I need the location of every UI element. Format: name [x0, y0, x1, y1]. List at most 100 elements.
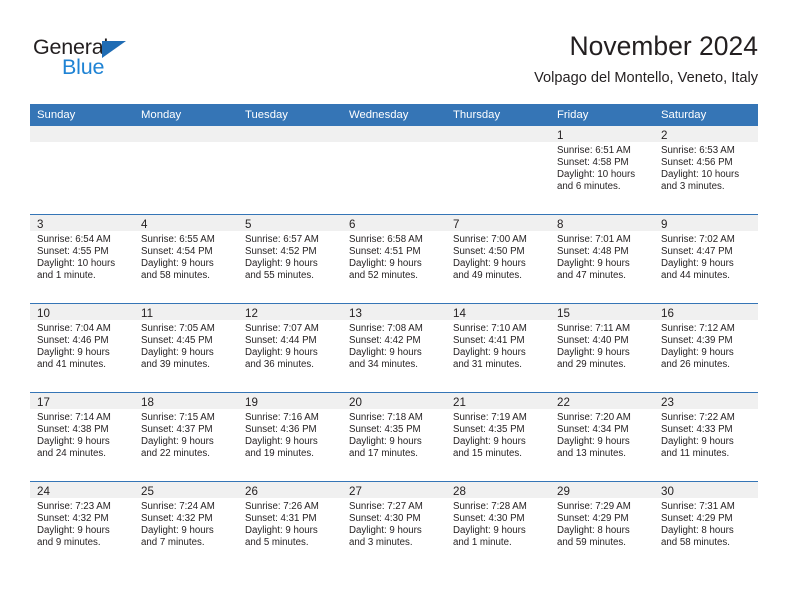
day-number: 18 — [141, 396, 154, 409]
sunrise-text: Sunrise: 6:51 AM — [557, 145, 631, 156]
calendar-day-cell[interactable]: 18 Sunrise: 7:15 AM Sunset: 4:37 PM Dayligh… — [134, 393, 238, 481]
day-number-band: 1 — [550, 126, 654, 142]
day-sun-info: Sunrise: 7:02 AM Sunset: 4:47 PM Daylight:… — [654, 231, 758, 303]
sunset-text: Sunset: 4:42 PM — [349, 335, 421, 347]
sunset-text: Sunset: 4:54 PM — [141, 246, 213, 258]
day-sun-info: Sunrise: 7:27 AM Sunset: 4:30 PM Daylight:… — [342, 498, 446, 570]
calendar-day-cell[interactable]: 15 Sunrise: 7:11 AM Sunset: 4:40 PM Dayligh… — [550, 304, 654, 392]
calendar-day-cell[interactable]: 10 Sunrise: 7:04 AM Sunset: 4:46 PM Dayligh… — [30, 304, 134, 392]
day-number: 4 — [141, 218, 148, 231]
day-number: 13 — [349, 307, 362, 320]
sunset-text: Sunset: 4:46 PM — [37, 335, 109, 347]
daylight-text-line2: and 44 minutes. — [661, 270, 730, 282]
calendar-day-cell[interactable]: 14 Sunrise: 7:10 AM Sunset: 4:41 PM Dayligh… — [446, 304, 550, 392]
daylight-text-line2: and 3 minutes. — [661, 181, 725, 193]
calendar-day-cell-empty — [238, 126, 342, 214]
calendar-day-cell[interactable]: 19 Sunrise: 7:16 AM Sunset: 4:36 PM Dayligh… — [238, 393, 342, 481]
daylight-text-line1: Daylight: 9 hours — [37, 436, 110, 448]
sunrise-text: Sunrise: 6:53 AM — [661, 145, 735, 156]
calendar-day-cell[interactable]: 13 Sunrise: 7:08 AM Sunset: 4:42 PM Dayligh… — [342, 304, 446, 392]
day-number-band: 23 — [654, 393, 758, 409]
calendar-day-cell[interactable]: 6 Sunrise: 6:58 AM Sunset: 4:51 PM Daylight… — [342, 215, 446, 303]
calendar-day-cell[interactable]: 5 Sunrise: 6:57 AM Sunset: 4:52 PM Daylight… — [238, 215, 342, 303]
calendar-page: General Blue November 2024 Volpago del M… — [0, 0, 792, 612]
calendar-day-cell[interactable]: 25 Sunrise: 7:24 AM Sunset: 4:32 PM Dayligh… — [134, 482, 238, 570]
sunset-text: Sunset: 4:44 PM — [245, 335, 317, 347]
day-number-band: 7 — [446, 215, 550, 231]
sunrise-text: Sunrise: 7:20 AM — [557, 412, 631, 423]
calendar-day-cell[interactable]: 4 Sunrise: 6:55 AM Sunset: 4:54 PM Daylight… — [134, 215, 238, 303]
day-number: 8 — [557, 218, 564, 231]
logo-triangle-icon — [102, 41, 126, 58]
day-number: 17 — [37, 396, 50, 409]
calendar-week-row: 17 Sunrise: 7:14 AM Sunset: 4:38 PM Dayligh… — [30, 392, 758, 481]
calendar-day-cell[interactable]: 21 Sunrise: 7:19 AM Sunset: 4:35 PM Dayligh… — [446, 393, 550, 481]
calendar-day-cell[interactable]: 17 Sunrise: 7:14 AM Sunset: 4:38 PM Dayligh… — [30, 393, 134, 481]
daylight-text-line1: Daylight: 9 hours — [245, 347, 318, 359]
daylight-text-line1: Daylight: 8 hours — [661, 525, 734, 537]
day-number-band: 30 — [654, 482, 758, 498]
day-sun-info: Sunrise: 7:26 AM Sunset: 4:31 PM Daylight:… — [238, 498, 342, 570]
day-sun-info: Sunrise: 7:12 AM Sunset: 4:39 PM Daylight:… — [654, 320, 758, 392]
daylight-text-line1: Daylight: 9 hours — [245, 258, 318, 270]
calendar-day-cell[interactable]: 1 Sunrise: 6:51 AM Sunset: 4:58 PM Daylight… — [550, 126, 654, 214]
calendar-day-cell[interactable]: 16 Sunrise: 7:12 AM Sunset: 4:39 PM Dayligh… — [654, 304, 758, 392]
day-number-band: 19 — [238, 393, 342, 409]
day-number-band: 17 — [30, 393, 134, 409]
weekday-header-wednesday: Wednesday — [349, 109, 409, 121]
daylight-text-line2: and 1 minute. — [37, 270, 96, 282]
calendar-day-cell[interactable]: 8 Sunrise: 7:01 AM Sunset: 4:48 PM Daylight… — [550, 215, 654, 303]
day-number-band — [30, 126, 134, 142]
day-number-band: 12 — [238, 304, 342, 320]
day-number-band — [134, 126, 238, 142]
day-number-band: 27 — [342, 482, 446, 498]
calendar-day-cell[interactable]: 27 Sunrise: 7:27 AM Sunset: 4:30 PM Dayligh… — [342, 482, 446, 570]
sunset-text: Sunset: 4:51 PM — [349, 246, 421, 258]
sunrise-text: Sunrise: 7:26 AM — [245, 501, 319, 512]
day-number-band: 24 — [30, 482, 134, 498]
day-number: 28 — [453, 485, 466, 498]
calendar-day-cell[interactable]: 7 Sunrise: 7:00 AM Sunset: 4:50 PM Daylight… — [446, 215, 550, 303]
page-subtitle: Volpago del Montello, Veneto, Italy — [534, 70, 758, 86]
day-number-band: 4 — [134, 215, 238, 231]
calendar-day-cell[interactable]: 29 Sunrise: 7:29 AM Sunset: 4:29 PM Dayligh… — [550, 482, 654, 570]
day-number-band: 15 — [550, 304, 654, 320]
daylight-text-line2: and 59 minutes. — [557, 537, 626, 549]
calendar-day-cell[interactable]: 28 Sunrise: 7:28 AM Sunset: 4:30 PM Dayligh… — [446, 482, 550, 570]
sunset-text: Sunset: 4:39 PM — [661, 335, 733, 347]
day-number: 10 — [37, 307, 50, 320]
weekday-header-tuesday: Tuesday — [245, 109, 288, 121]
day-sun-info: Sunrise: 7:20 AM Sunset: 4:34 PM Daylight:… — [550, 409, 654, 481]
sunset-text: Sunset: 4:30 PM — [453, 513, 525, 525]
calendar-day-cell[interactable]: 20 Sunrise: 7:18 AM Sunset: 4:35 PM Dayligh… — [342, 393, 446, 481]
calendar-day-cell[interactable]: 26 Sunrise: 7:26 AM Sunset: 4:31 PM Dayligh… — [238, 482, 342, 570]
sunset-text: Sunset: 4:52 PM — [245, 246, 317, 258]
day-number-band: 26 — [238, 482, 342, 498]
daylight-text-line1: Daylight: 10 hours — [557, 169, 636, 181]
calendar-day-cell[interactable]: 24 Sunrise: 7:23 AM Sunset: 4:32 PM Dayligh… — [30, 482, 134, 570]
day-number-band: 2 — [654, 126, 758, 142]
calendar-day-cell[interactable]: 12 Sunrise: 7:07 AM Sunset: 4:44 PM Dayligh… — [238, 304, 342, 392]
calendar-day-cell[interactable]: 22 Sunrise: 7:20 AM Sunset: 4:34 PM Dayligh… — [550, 393, 654, 481]
day-sun-info — [134, 142, 238, 214]
sunrise-text: Sunrise: 7:23 AM — [37, 501, 111, 512]
calendar-day-cell[interactable]: 11 Sunrise: 7:05 AM Sunset: 4:45 PM Dayligh… — [134, 304, 238, 392]
daylight-text-line2: and 22 minutes. — [141, 448, 210, 460]
calendar-day-cell[interactable]: 30 Sunrise: 7:31 AM Sunset: 4:29 PM Dayligh… — [654, 482, 758, 570]
calendar-day-cell[interactable]: 3 Sunrise: 6:54 AM Sunset: 4:55 PM Daylight… — [30, 215, 134, 303]
day-sun-info: Sunrise: 7:22 AM Sunset: 4:33 PM Daylight:… — [654, 409, 758, 481]
calendar-grid: Sunday Monday Tuesday Wednesday Thursday… — [30, 104, 758, 570]
day-sun-info: Sunrise: 6:57 AM Sunset: 4:52 PM Daylight:… — [238, 231, 342, 303]
calendar-day-cell[interactable]: 9 Sunrise: 7:02 AM Sunset: 4:47 PM Daylight… — [654, 215, 758, 303]
calendar-day-cell[interactable]: 23 Sunrise: 7:22 AM Sunset: 4:33 PM Dayligh… — [654, 393, 758, 481]
sunset-text: Sunset: 4:38 PM — [37, 424, 109, 436]
sunset-text: Sunset: 4:45 PM — [141, 335, 213, 347]
calendar-day-cell[interactable]: 2 Sunrise: 6:53 AM Sunset: 4:56 PM Daylight… — [654, 126, 758, 214]
page-title: November 2024 — [569, 31, 758, 61]
sunrise-text: Sunrise: 7:02 AM — [661, 234, 735, 245]
daylight-text-line2: and 58 minutes. — [661, 537, 730, 549]
generalblue-logo[interactable]: General Blue — [33, 36, 213, 84]
day-number: 1 — [557, 129, 564, 142]
daylight-text-line2: and 17 minutes. — [349, 448, 418, 460]
daylight-text-line2: and 41 minutes. — [37, 359, 106, 371]
